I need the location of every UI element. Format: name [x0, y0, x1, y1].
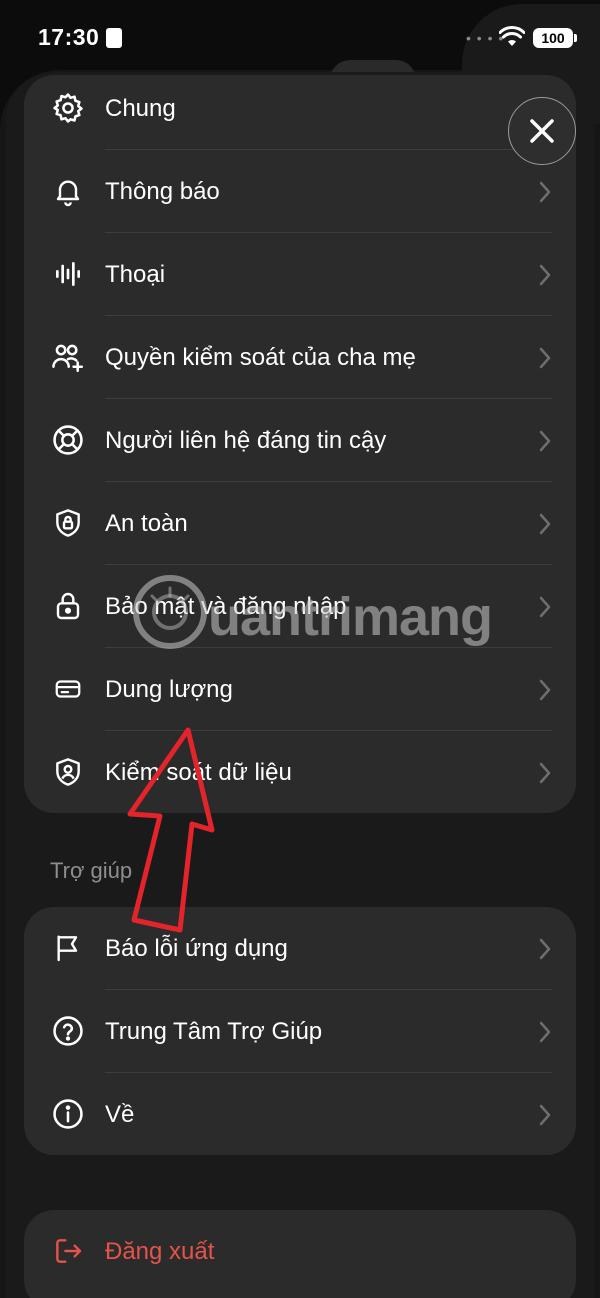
- padlock-icon: [48, 586, 88, 626]
- status-bar: 17:30 • • • • 100: [0, 0, 600, 76]
- question-circle-icon: [48, 1011, 88, 1051]
- flag-icon: [48, 928, 88, 968]
- settings-row-notifications[interactable]: Thông báo: [24, 150, 576, 233]
- settings-row-label: Người liên hệ đáng tin cậy: [105, 427, 387, 454]
- battery-indicator: 100: [533, 28, 573, 48]
- chevron-right-icon: [539, 1021, 551, 1043]
- logout-button[interactable]: Đăng xuất: [24, 1210, 576, 1293]
- chevron-right-icon: [539, 264, 551, 286]
- settings-card-logout: Đăng xuất: [24, 1210, 576, 1298]
- settings-card-main: Chung Thông báo Thoại Quyền kiểm soát củ…: [24, 75, 576, 813]
- settings-row-report-bug[interactable]: Báo lỗi ứng dụng: [24, 907, 576, 990]
- close-button[interactable]: [508, 97, 576, 165]
- bell-icon: [48, 171, 88, 211]
- info-circle-icon: [48, 1094, 88, 1134]
- chevron-right-icon: [539, 1104, 551, 1126]
- settings-row-security-login[interactable]: Bảo mật và đăng nhập: [24, 565, 576, 648]
- chevron-right-icon: [539, 181, 551, 203]
- battery-tip: [574, 34, 577, 42]
- settings-row-label: Bảo mật và đăng nhập: [105, 593, 347, 620]
- settings-row-label: Thoại: [105, 261, 166, 288]
- settings-row-label: Trung Tâm Trợ Giúp: [105, 1018, 323, 1045]
- wifi-icon: [499, 26, 525, 46]
- chevron-right-icon: [539, 513, 551, 535]
- settings-row-label: An toàn: [105, 510, 188, 537]
- shield-lock-icon: [48, 503, 88, 543]
- chevron-right-icon: [539, 679, 551, 701]
- gear-icon: [48, 88, 88, 128]
- logout-label: Đăng xuất: [105, 1238, 215, 1265]
- chevron-right-icon: [539, 347, 551, 369]
- settings-row-safety[interactable]: An toàn: [24, 482, 576, 565]
- settings-row-label: Quyền kiểm soát của cha mẹ: [105, 344, 416, 371]
- settings-row-about[interactable]: Về: [24, 1073, 576, 1155]
- status-time: 17:30: [38, 24, 100, 50]
- battery-level: 100: [541, 30, 565, 46]
- close-icon: [530, 119, 554, 143]
- settings-row-label: Thông báo: [105, 178, 220, 205]
- chevron-right-icon: [539, 762, 551, 784]
- shield-user-icon: [48, 752, 88, 792]
- settings-row-label: Về: [105, 1101, 135, 1128]
- settings-row-data-controls[interactable]: Kiểm soát dữ liệu: [24, 731, 576, 813]
- settings-row-storage[interactable]: Dung lượng: [24, 648, 576, 731]
- contact-card-icon: [106, 28, 122, 48]
- storage-icon: [48, 669, 88, 709]
- settings-row-general[interactable]: Chung: [24, 75, 576, 150]
- chevron-right-icon: [539, 430, 551, 452]
- chevron-right-icon: [539, 596, 551, 618]
- voice-waveform-icon: [48, 254, 88, 294]
- settings-row-label: Chung: [105, 95, 176, 122]
- logout-icon: [48, 1231, 88, 1271]
- settings-card-help: Báo lỗi ứng dụng Trung Tâm Trợ Giúp Về: [24, 907, 576, 1155]
- parental-users-icon: [48, 337, 88, 377]
- lifebuoy-icon: [48, 420, 88, 460]
- settings-row-trusted-contacts[interactable]: Người liên hệ đáng tin cậy: [24, 399, 576, 482]
- annotation-arrow: [127, 727, 215, 933]
- settings-row-help-center[interactable]: Trung Tâm Trợ Giúp: [24, 990, 576, 1073]
- settings-row-parental-controls[interactable]: Quyền kiểm soát của cha mẹ: [24, 316, 576, 399]
- chevron-right-icon: [539, 938, 551, 960]
- settings-row-voice[interactable]: Thoại: [24, 233, 576, 316]
